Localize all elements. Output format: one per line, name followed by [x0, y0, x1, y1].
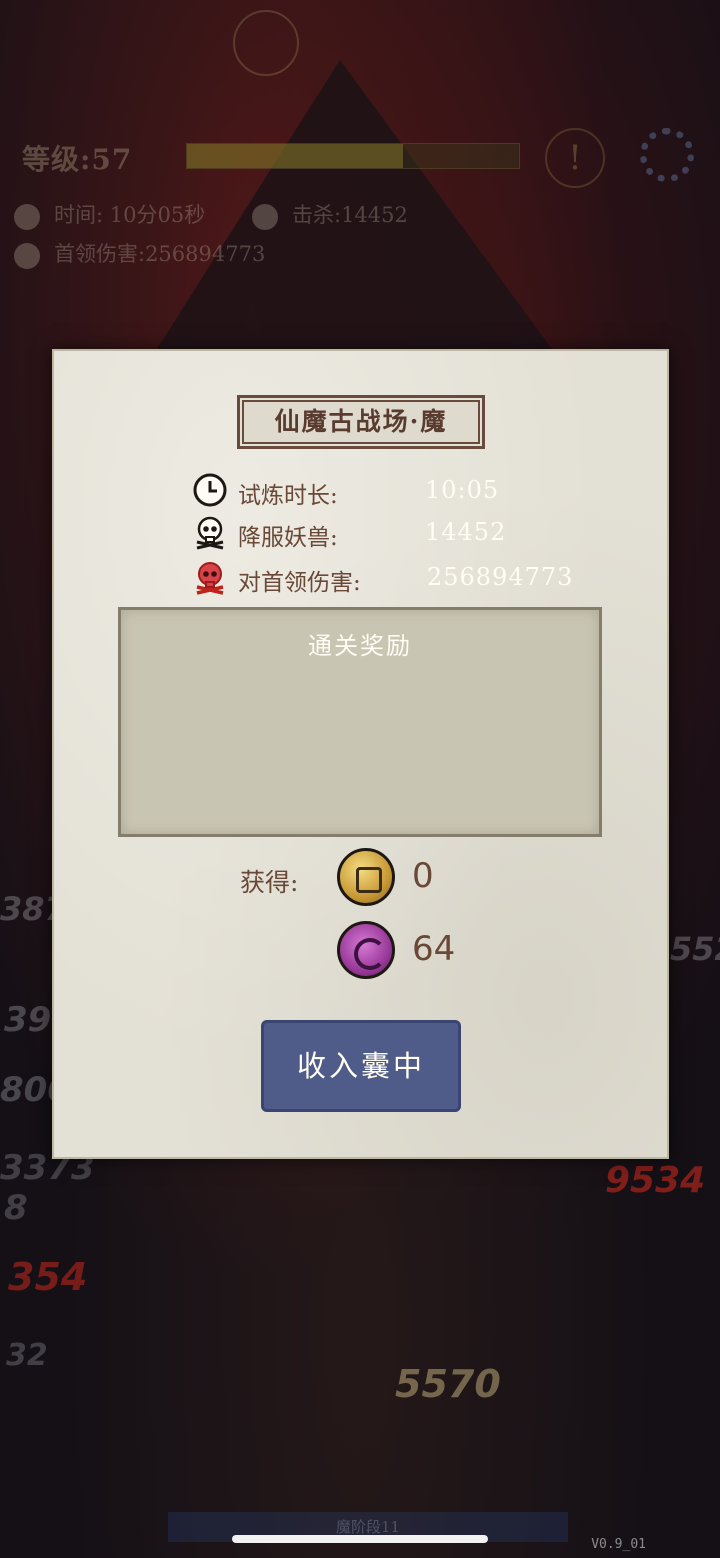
- reward-box: 通关奖励: [118, 607, 602, 837]
- boss-health-fill: [187, 144, 403, 168]
- result-modal: 仙魔古战场·魔 试炼时长: 10:05 降服妖兽: 14452 对首领伤害: 2…: [52, 349, 669, 1159]
- damage-number: 5520: [670, 930, 720, 968]
- stat-row-duration: 试炼时长: 10:05: [192, 472, 592, 509]
- stat-row-boss-damage: 对首领伤害: 256894773: [192, 559, 592, 596]
- hud-time: 时间: 10分05秒: [54, 203, 206, 227]
- stat-value: 256894773: [427, 563, 574, 591]
- clock-icon: [193, 473, 227, 507]
- alert-icon[interactable]: !: [545, 128, 605, 188]
- stat-label: 试炼时长:: [238, 483, 338, 509]
- hud-level: 等级:57: [22, 143, 133, 176]
- hud-boss-damage-row: 首领伤害:256894773: [14, 238, 265, 269]
- gear-icon[interactable]: [640, 128, 694, 182]
- stat-row-kills: 降服妖兽: 14452: [192, 514, 592, 551]
- gain-value-purple: 64: [412, 929, 456, 969]
- gold-coin-icon: [337, 848, 395, 906]
- hud-kills: 击杀:14452: [292, 203, 408, 227]
- home-indicator[interactable]: [232, 1535, 488, 1543]
- red-skull-icon: [14, 242, 40, 269]
- gain-label: 获得:: [240, 868, 299, 897]
- purple-orb-icon: [337, 921, 395, 979]
- damage-number: 9534: [605, 1160, 706, 1201]
- hud-kills-row: 击杀:14452: [252, 199, 408, 230]
- damage-number: 32: [6, 1338, 48, 1373]
- skull-icon: [196, 516, 224, 550]
- stat-label: 降服妖兽:: [238, 525, 338, 551]
- red-skull-icon: [196, 562, 224, 595]
- stat-value: 10:05: [425, 476, 500, 504]
- damage-number: 354: [8, 1255, 88, 1299]
- clock-icon: [14, 203, 40, 230]
- collect-button[interactable]: 收入囊中: [261, 1020, 461, 1112]
- boss-health-bar: [186, 143, 520, 169]
- modal-title: 仙魔古战场·魔: [237, 395, 485, 449]
- damage-number: 8: [4, 1188, 28, 1228]
- version-label: V0.9_01: [591, 1537, 646, 1552]
- top-emblem-icon: [233, 10, 299, 76]
- skull-icon: [252, 203, 278, 230]
- damage-number: 39: [4, 1000, 52, 1040]
- hud-boss-damage: 首领伤害:256894773: [54, 242, 266, 266]
- stat-value: 14452: [425, 518, 507, 546]
- gain-value-gold: 0: [412, 856, 434, 896]
- reward-title: 通关奖励: [308, 632, 412, 660]
- stat-label: 对首领伤害:: [238, 570, 361, 596]
- damage-number: 5570: [395, 1362, 501, 1406]
- hud-time-row: 时间: 10分05秒: [14, 199, 205, 230]
